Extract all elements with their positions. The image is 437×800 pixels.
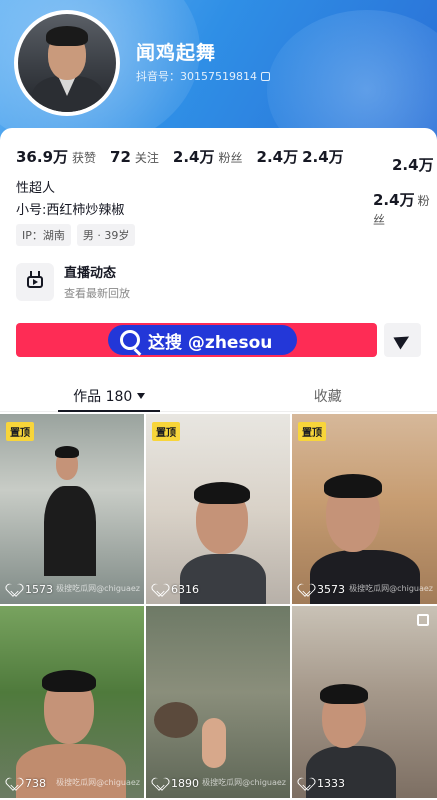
- video-thumbnail[interactable]: 738 极搜吃瓜网@chiguaez: [0, 606, 144, 798]
- watermark-text: 这搜 @zhesou: [148, 332, 273, 353]
- tv-icon: [16, 262, 54, 301]
- tab-works-label: 作品 180: [73, 389, 133, 405]
- live-replay-entry[interactable]: 直播动态 查看最新回放: [16, 262, 130, 301]
- magnifier-icon: [120, 330, 140, 350]
- hand-shape: [202, 718, 226, 768]
- video-thumbnail[interactable]: 置顶 3573 极搜吃瓜网@chiguaez: [292, 414, 437, 604]
- video-likes: 738: [8, 777, 46, 790]
- content-tabs: 作品 180 收藏: [0, 380, 437, 412]
- video-likes: 3573: [300, 583, 345, 596]
- tab-works[interactable]: 作品 180: [0, 380, 219, 412]
- ip-location-tag: IP：湖南: [16, 224, 71, 246]
- tab-favorites-label: 收藏: [313, 389, 342, 405]
- live-subtitle: 查看最新回放: [64, 287, 130, 300]
- person-silhouette: [306, 746, 396, 798]
- video-likes: 6316: [154, 583, 199, 596]
- bio-line: 小号:西红柿炒辣椒: [16, 203, 125, 218]
- avatar-photo: [18, 14, 116, 112]
- watermark: 极搜吃瓜网@chiguaez: [56, 584, 140, 593]
- likes-count: 36.9万: [16, 148, 69, 166]
- heart-icon: [8, 778, 20, 789]
- watermark-banner: 这搜 @zhesou: [108, 325, 297, 355]
- video-likes: 1890: [154, 777, 199, 790]
- tab-favorites[interactable]: 收藏: [219, 380, 437, 411]
- followers-count-dup-value: 2.4万: [373, 191, 415, 209]
- likes-label: 获赞: [72, 151, 97, 165]
- followers-count-dup: 2.4万: [302, 148, 344, 166]
- likes-count: 3573: [317, 583, 345, 596]
- stream-rock: [154, 702, 198, 738]
- likes-count: 1890: [171, 777, 199, 790]
- pinned-badge: 置顶: [6, 422, 34, 441]
- banner-glow: [267, 10, 437, 140]
- video-likes: 1333: [300, 777, 345, 790]
- video-thumbnail[interactable]: 置顶 1573 极搜吃瓜网@chiguaez: [0, 414, 144, 604]
- followers-count-dup: 2.4万 粉丝: [373, 189, 437, 228]
- active-tab-indicator: [58, 410, 160, 412]
- heart-icon: [154, 584, 166, 595]
- live-title: 直播动态: [64, 266, 117, 281]
- following-label[interactable]: 关注: [135, 149, 159, 166]
- stats-row: 36.9万 获赞 72 关注 2.4万 粉丝 2.4万 2.4万: [16, 146, 344, 167]
- watermark: 极搜吃瓜网@chiguaez: [202, 778, 286, 787]
- heart-icon: [300, 778, 312, 789]
- send-arrow-icon: [392, 330, 413, 350]
- douyin-id-text: 抖音号：30157519814: [136, 70, 257, 83]
- bio-line: 性超人: [16, 181, 56, 196]
- video-likes: 1573: [8, 583, 53, 596]
- likes-count: 1573: [25, 583, 53, 596]
- video-thumbnail[interactable]: 1890 极搜吃瓜网@chiguaez: [146, 606, 290, 798]
- avatar[interactable]: [14, 10, 120, 116]
- douyin-id[interactable]: 抖音号：30157519814: [136, 68, 270, 84]
- nickname: 闻鸡起舞: [136, 42, 217, 64]
- copy-icon[interactable]: [260, 72, 270, 81]
- gender-age-tag: 男 · 39岁: [76, 224, 136, 246]
- person-silhouette: [180, 554, 266, 604]
- chevron-down-icon: [137, 393, 146, 399]
- pinned-badge: 置顶: [152, 422, 180, 441]
- watermark: 极搜吃瓜网@chiguaez: [349, 584, 433, 593]
- video-thumbnail[interactable]: 置顶 6316: [146, 414, 290, 604]
- multi-image-icon: [417, 614, 429, 626]
- person-hair: [320, 684, 368, 704]
- person-hair: [55, 446, 79, 458]
- heart-icon: [154, 778, 166, 789]
- followers-label[interactable]: 粉丝: [219, 149, 243, 166]
- followers-count-dup: 2.4万: [256, 148, 299, 166]
- heart-icon: [300, 584, 312, 595]
- profile-tags: IP：湖南 男 · 39岁: [16, 224, 136, 246]
- person-hair: [42, 670, 96, 692]
- likes-count: 6316: [171, 583, 199, 596]
- pinned-badge: 置顶: [298, 422, 326, 441]
- followers-count-dup: 2.4万: [392, 156, 434, 174]
- share-button[interactable]: [384, 323, 421, 357]
- person-hair: [324, 474, 382, 498]
- likes-count: 1333: [317, 777, 345, 790]
- person-silhouette: [44, 486, 96, 576]
- followers-count[interactable]: 2.4万: [173, 146, 215, 167]
- video-grid: 置顶 1573 极搜吃瓜网@chiguaez 置顶 6316 置顶 3573 极…: [0, 414, 437, 800]
- following-count[interactable]: 72: [110, 148, 131, 166]
- person-hair: [194, 482, 250, 504]
- video-thumbnail[interactable]: 1333: [292, 606, 437, 798]
- live-text: 直播动态 查看最新回放: [64, 262, 130, 301]
- avatar-hair: [46, 26, 88, 46]
- heart-icon: [8, 584, 20, 595]
- watermark: 极搜吃瓜网@chiguaez: [56, 778, 140, 787]
- play-icon: [33, 278, 38, 285]
- likes-count: 738: [25, 777, 46, 790]
